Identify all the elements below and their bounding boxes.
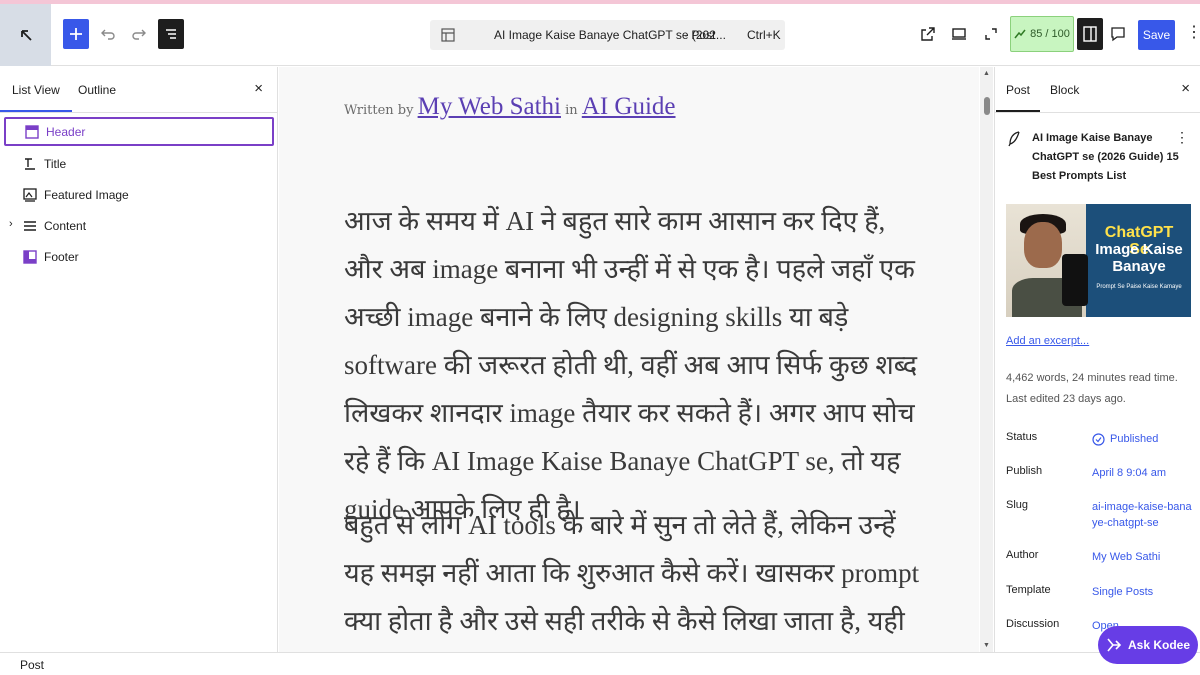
published-check-icon <box>1092 432 1105 446</box>
thumbnail-person <box>1006 204 1088 317</box>
status-value[interactable]: Published <box>1092 431 1192 447</box>
post-stats: 4,462 words, 24 minutes read time. Last … <box>1006 368 1191 410</box>
undo-icon <box>101 29 115 40</box>
paragraph-block[interactable]: बहुत से लोग AI tools के बारे में सुन तो … <box>344 501 924 652</box>
scroll-up-icon[interactable]: ▲ <box>983 70 990 77</box>
field-label: Slug <box>1006 499 1029 511</box>
close-settings-icon[interactable]: × <box>1181 80 1190 97</box>
category-link[interactable]: AI Guide <box>582 93 676 120</box>
desktop-icon <box>952 28 966 40</box>
tab-post[interactable]: Post <box>995 83 1041 112</box>
save-button[interactable]: Save <box>1138 20 1175 50</box>
slug-value[interactable]: ai-image-kaise-banaye-chatgpt-se <box>1092 499 1192 531</box>
back-to-dashboard-button[interactable] <box>0 4 51 66</box>
field-label: Discussion <box>1006 618 1060 630</box>
editor-canvas[interactable]: Written by My Web Sathi in AI Guide आज क… <box>279 67 979 652</box>
field-label: Template <box>1006 584 1051 596</box>
redo-button[interactable] <box>126 19 152 49</box>
plus-icon <box>70 28 82 40</box>
tree-item-title[interactable]: Title <box>4 149 274 178</box>
document-type: · Post <box>684 28 716 42</box>
editor-toolbar: AI Image Kaise Banaye ChatGPT se (202...… <box>0 4 1200 66</box>
breadcrumb-post[interactable]: Post <box>20 658 44 672</box>
close-list-view-icon[interactable]: × <box>254 80 263 97</box>
field-label: Author <box>1006 549 1039 561</box>
thumbnail-tagline: Prompt Se Paise Kaise Kamaye <box>1096 284 1182 290</box>
tree-item-content[interactable]: › Content <box>4 211 274 240</box>
document-overview-button[interactable] <box>158 19 184 49</box>
seo-score-badge[interactable]: 85 / 100 <box>1010 16 1074 52</box>
sparkle-icon <box>1107 638 1122 652</box>
publish-date-value[interactable]: April 8 9:04 am <box>1092 465 1192 481</box>
content-icon <box>22 218 38 234</box>
tab-block[interactable]: Block <box>1050 83 1079 97</box>
post-actions-icon[interactable]: ⋮ <box>1175 129 1189 146</box>
list-view-tabs: List View Outline × <box>0 67 277 113</box>
field-label: Status <box>1006 431 1038 443</box>
arrow-up-left-icon <box>20 30 32 41</box>
settings-sidebar-toggle[interactable] <box>1077 18 1103 50</box>
trend-up-icon <box>1014 29 1026 39</box>
template-value[interactable]: Single Posts <box>1092 584 1192 600</box>
tree-item-label: Content <box>44 218 87 233</box>
tree-item-label: Featured Image <box>44 187 129 202</box>
last-edited: Last edited 23 days ago. <box>1006 393 1126 405</box>
author-value[interactable]: My Web Sathi <box>1092 549 1192 565</box>
external-link-icon <box>921 27 935 41</box>
tree-item-label: Title <box>44 156 67 171</box>
scroll-down-icon[interactable]: ▼ <box>983 642 990 649</box>
chevron-right-icon[interactable]: › <box>9 218 13 230</box>
canvas-scrollbar[interactable]: ▲ ▼ <box>980 67 993 652</box>
options-menu-icon[interactable]: ⋮ <box>1186 22 1200 42</box>
settings-tabs: Post Block × <box>995 67 1200 113</box>
fullscreen-button[interactable] <box>978 19 1004 49</box>
post-title: AI Image Kaise Banaye ChatGPT se (2026 G… <box>1032 132 1179 182</box>
scrollbar-thumb[interactable] <box>984 97 990 115</box>
settings-sidebar: Post Block × AI Image Kaise Banaye ChatG… <box>994 67 1200 652</box>
tree-item-label: Footer <box>44 249 79 264</box>
add-excerpt-link[interactable]: Add an excerpt... <box>1006 335 1089 347</box>
thumbnail-headline-2: Image Kaise Banaye <box>1095 241 1183 275</box>
post-byline: Written by My Web Sathi in AI Guide <box>344 93 676 121</box>
tree-item-footer[interactable]: Footer <box>4 242 274 271</box>
ask-kodee-button[interactable]: Ask Kodee <box>1098 626 1198 664</box>
list-view-icon <box>166 29 176 39</box>
block-breadcrumb-bar: Post <box>0 652 1200 675</box>
tab-outline[interactable]: Outline <box>78 83 116 97</box>
byline-prefix: Written by <box>344 103 414 118</box>
template-part-icon <box>24 124 40 140</box>
view-post-button[interactable] <box>915 19 941 49</box>
feather-icon <box>1008 131 1020 147</box>
preview-button[interactable] <box>946 19 972 49</box>
list-view-panel: List View Outline × Header Title Feature… <box>0 67 278 652</box>
comment-icon <box>1111 27 1125 42</box>
image-icon <box>22 187 38 203</box>
redo-icon <box>132 29 146 40</box>
paragraph-block[interactable]: आज के समय में AI ने बहुत सारे काम आसान क… <box>344 197 924 533</box>
featured-image[interactable]: ChatGPT Se Image Kaise Banaye Prompt Se … <box>1006 204 1191 317</box>
tree-item-header[interactable]: Header <box>4 117 274 146</box>
layout-icon <box>441 28 455 42</box>
status-text: Published <box>1110 433 1159 445</box>
fullscreen-icon <box>985 28 997 40</box>
template-part-icon <box>22 249 38 265</box>
undo-button[interactable] <box>95 19 121 49</box>
command-shortcut: Ctrl+K <box>747 28 781 42</box>
word-count: 4,462 words, 24 minutes read time. <box>1006 372 1178 384</box>
comments-button[interactable] <box>1105 19 1131 49</box>
tab-list-view[interactable]: List View <box>0 83 72 112</box>
title-icon <box>22 156 38 172</box>
author-link[interactable]: My Web Sathi <box>418 93 561 120</box>
byline-in: in <box>565 103 578 118</box>
block-inserter-button[interactable] <box>63 19 89 49</box>
seo-score-value: 85 / 100 <box>1030 28 1070 40</box>
document-bar[interactable]: AI Image Kaise Banaye ChatGPT se (202...… <box>430 20 785 50</box>
field-label: Publish <box>1006 465 1043 477</box>
ask-kodee-label: Ask Kodee <box>1127 638 1191 652</box>
sidebar-icon <box>1083 26 1097 42</box>
tree-item-featured-image[interactable]: Featured Image <box>4 180 274 209</box>
tree-item-label: Header <box>46 124 86 139</box>
